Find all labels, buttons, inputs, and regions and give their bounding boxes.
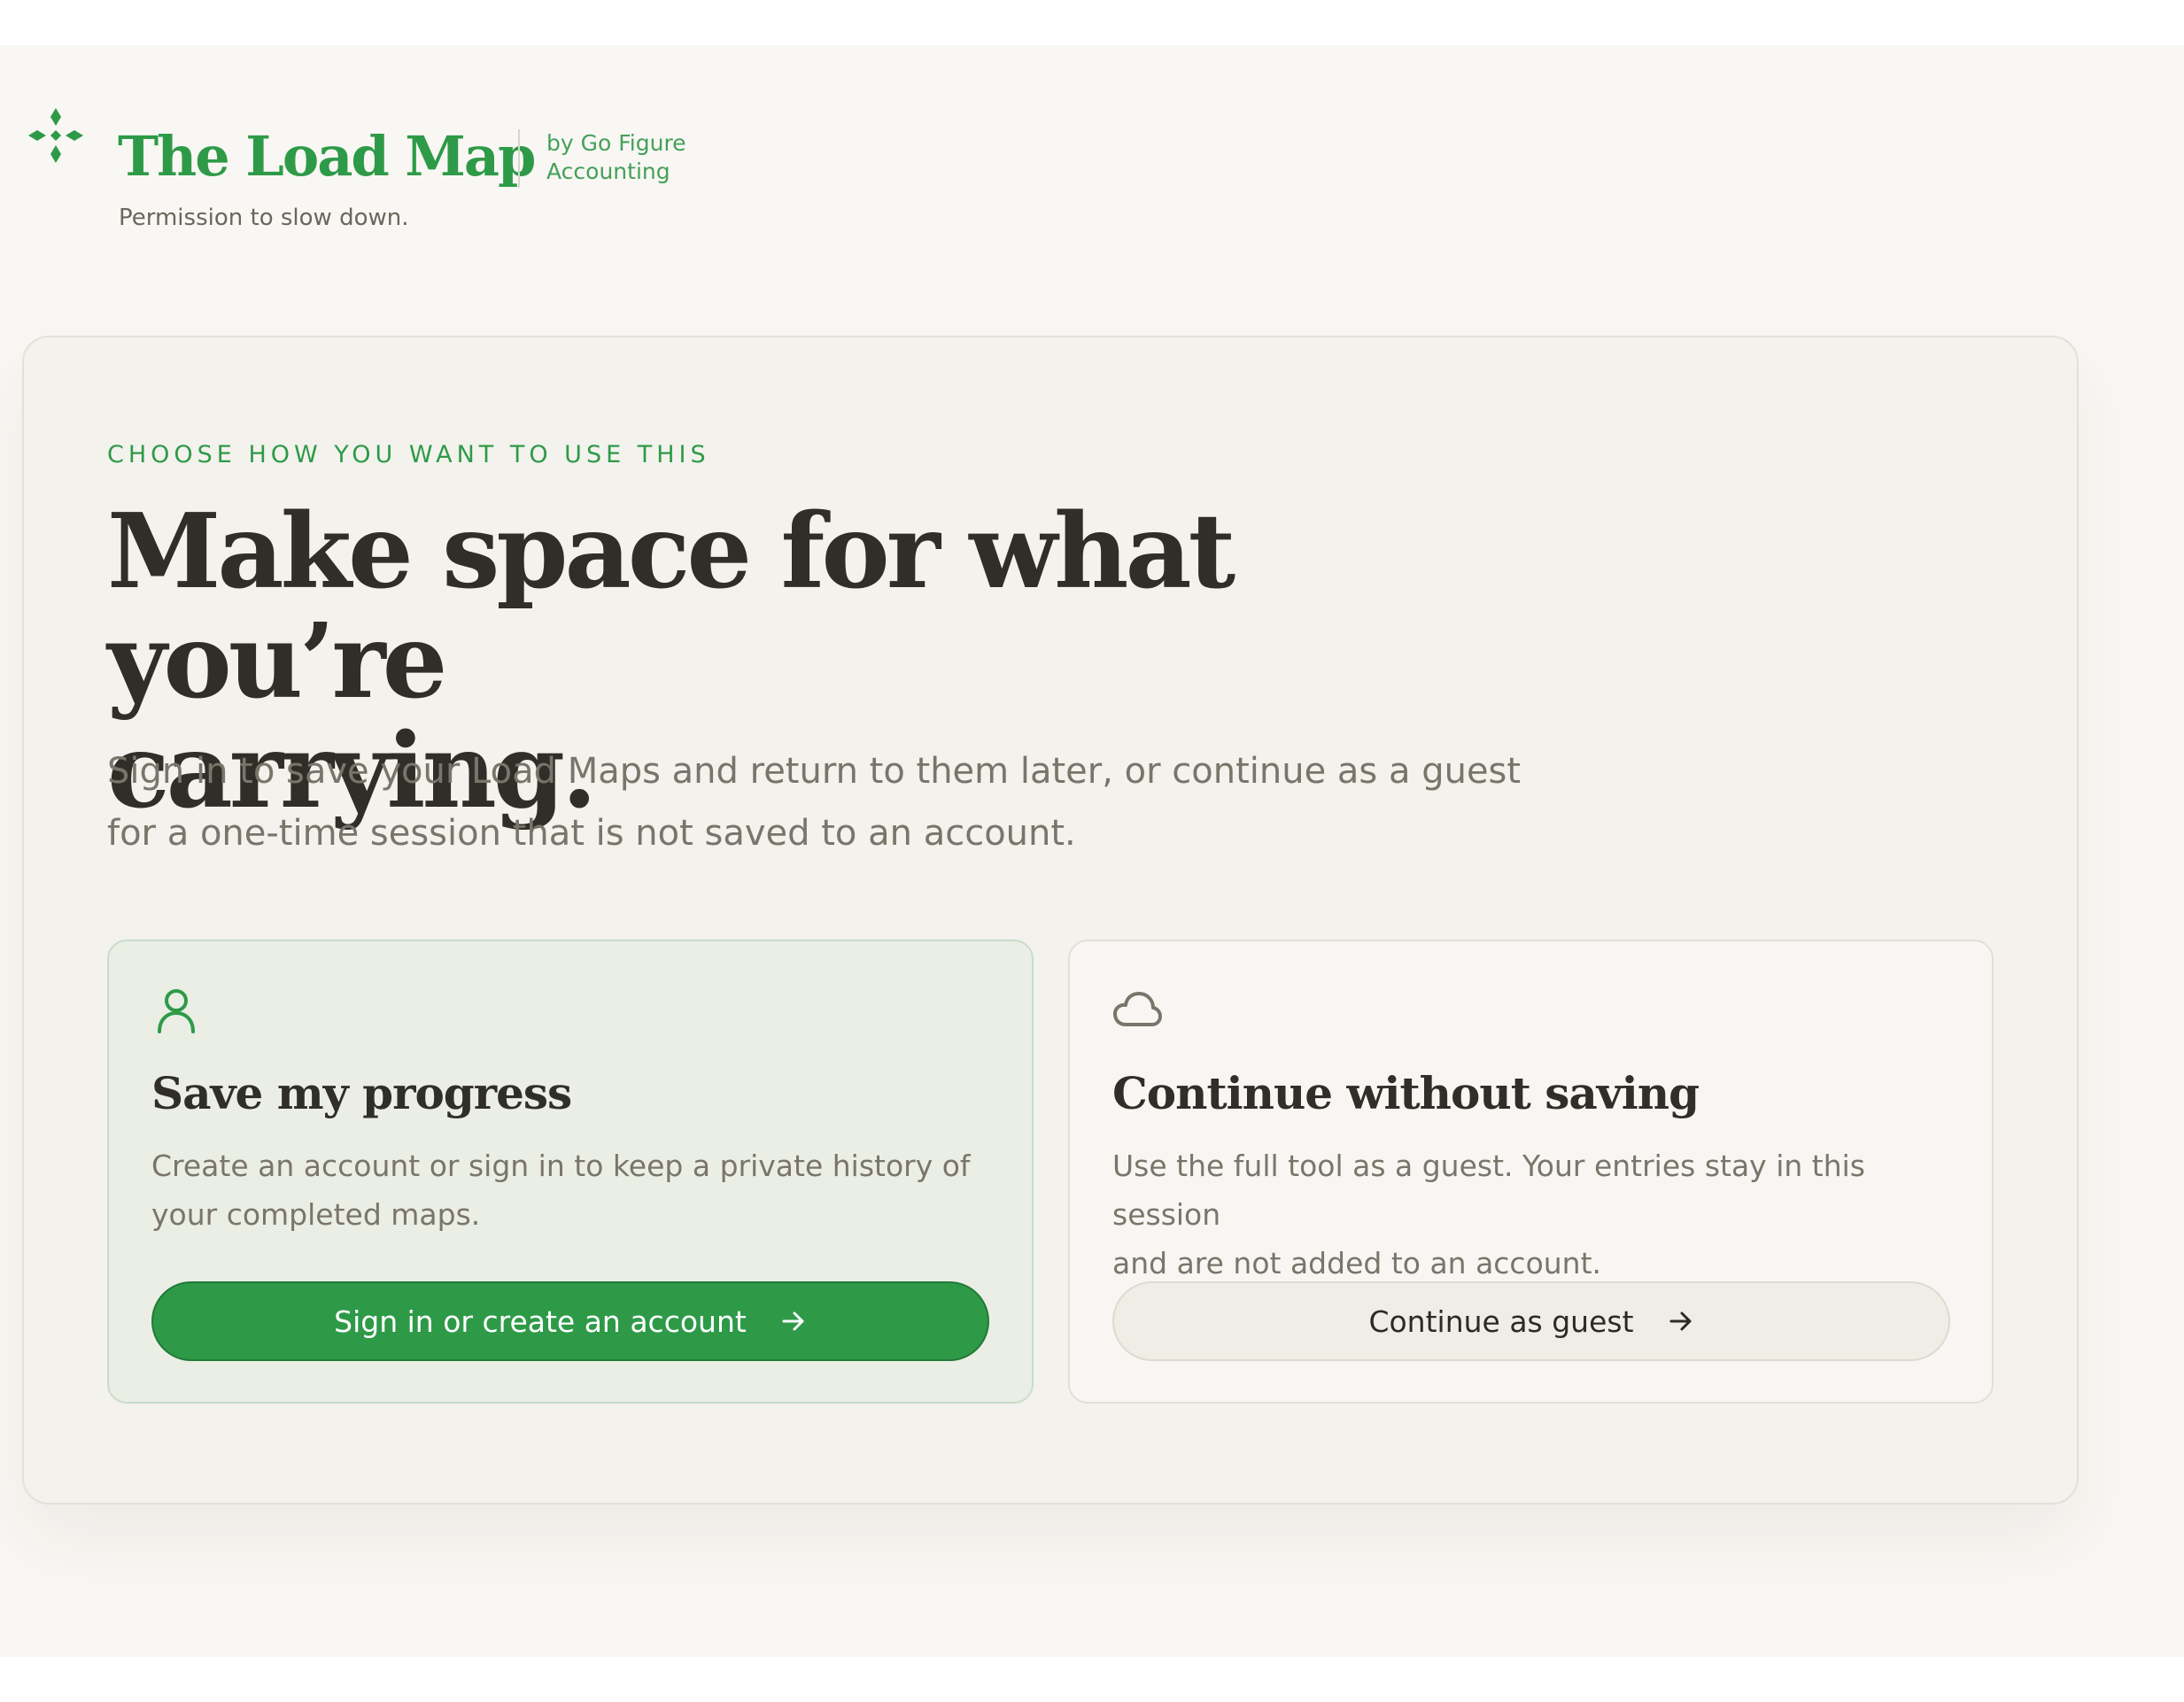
guest-description-line-1: Use the full tool as a guest. Your entri…: [1112, 1149, 1865, 1232]
arrow-right-icon: [782, 1311, 804, 1331]
save-description-line-1: Create an account or sign in to keep a p…: [151, 1149, 971, 1183]
brand-title: The Load Map: [118, 124, 536, 189]
sign-in-button-label: Sign in or create an account: [334, 1304, 747, 1339]
guest-option[interactable]: Continue without saving Use the full too…: [1068, 940, 1994, 1404]
brand-byline: by Go Figure Accounting: [546, 129, 686, 186]
headline-line-1: Make space for what you’re: [107, 491, 1235, 722]
subtitle-line-1: Sign in to save your Load Maps and retur…: [107, 751, 1522, 792]
page-subtitle: Sign in to save your Load Maps and retur…: [107, 740, 1524, 864]
sign-in-button[interactable]: Sign in or create an account: [151, 1281, 989, 1361]
eyebrow-label: CHOOSE HOW YOU WANT TO USE THIS: [107, 441, 710, 468]
guest-description: Use the full tool as a guest. Your entri…: [1112, 1141, 1963, 1288]
guest-title: Continue without saving: [1112, 1067, 1700, 1119]
save-progress-title: Save my progress: [151, 1067, 572, 1119]
continue-as-guest-button-label: Continue as guest: [1368, 1304, 1634, 1339]
brand-divider: [518, 129, 520, 188]
brand-tagline: Permission to slow down.: [119, 205, 409, 231]
cloud-icon: [1113, 992, 1162, 1026]
four-diamond-sparkle-icon: [28, 108, 83, 163]
arrow-right-icon: [1669, 1311, 1692, 1331]
save-progress-option[interactable]: Save my progress Create an account or si…: [107, 940, 1034, 1404]
subtitle-line-2: for a one-time session that is not saved…: [107, 813, 1076, 854]
brand-byline-line-2: Accounting: [546, 159, 670, 184]
save-description-line-2: your completed maps.: [151, 1197, 481, 1232]
save-progress-description: Create an account or sign in to keep a p…: [151, 1141, 1002, 1239]
user-icon: [158, 989, 195, 1033]
guest-description-line-2: and are not added to an account.: [1112, 1246, 1602, 1280]
continue-as-guest-button[interactable]: Continue as guest: [1112, 1281, 1950, 1361]
brand-byline-line-1: by Go Figure: [546, 130, 686, 156]
